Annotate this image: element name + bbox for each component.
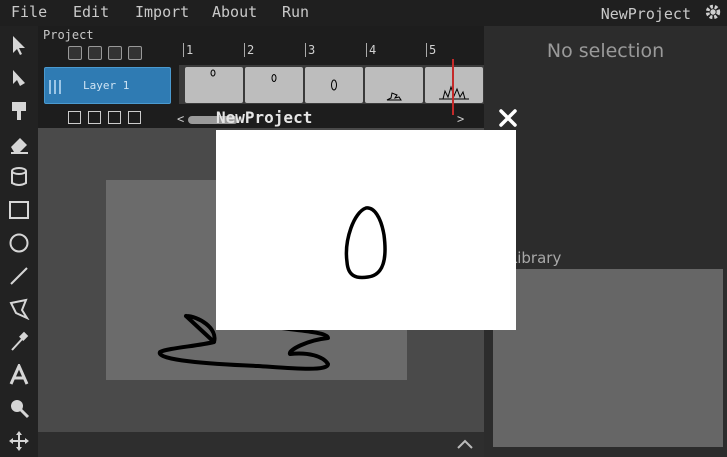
frame-thumbnail-5[interactable]: [425, 67, 483, 103]
eyedropper-icon: [11, 331, 29, 351]
frame-number: 4: [366, 43, 376, 57]
asset-library-title: et Library: [484, 249, 727, 269]
zoom-timeline-icon[interactable]: [128, 46, 142, 60]
frame-thumbnail-4[interactable]: [365, 67, 423, 103]
brush-tool-button[interactable]: [6, 98, 32, 124]
select-icon: [13, 36, 25, 55]
drag-handle-icon[interactable]: [49, 80, 63, 94]
frame-thumbnail-2[interactable]: [245, 67, 303, 103]
transform-icon: [13, 70, 25, 86]
close-icon[interactable]: [496, 106, 520, 130]
project-name: NewProject: [600, 5, 691, 23]
asset-library-list[interactable]: [493, 269, 723, 447]
prev-frame-icon[interactable]: [108, 111, 121, 124]
pan-tool-button[interactable]: [6, 428, 32, 454]
frame-thumbnail-1[interactable]: [185, 67, 243, 103]
text-tool-button[interactable]: [6, 362, 32, 388]
zoom-tool-button[interactable]: [6, 395, 32, 421]
next-frame-icon[interactable]: [128, 111, 141, 124]
delete-layer-icon[interactable]: [88, 46, 102, 60]
transform-tool-button[interactable]: [6, 65, 32, 91]
no-selection-text: No selection: [546, 40, 665, 62]
timeline-toolbar: [68, 46, 188, 62]
select-tool-button[interactable]: [6, 32, 32, 58]
add-layer-icon[interactable]: [68, 46, 82, 60]
pause-icon[interactable]: [88, 111, 101, 124]
menu-edit[interactable]: Edit: [73, 3, 109, 21]
stage-statusbar: [38, 432, 484, 457]
gear-icon[interactable]: [704, 3, 722, 21]
transport-controls: [68, 111, 148, 125]
pen-icon: [9, 298, 30, 320]
frame-number: 2: [244, 43, 254, 57]
ellipse-tool-button[interactable]: [6, 230, 32, 256]
menu-import[interactable]: Import: [135, 3, 189, 21]
menu-file[interactable]: File: [11, 3, 47, 21]
brush-icon: [12, 102, 26, 120]
preview-drawing: [344, 206, 387, 280]
eraser-tool-button[interactable]: [6, 131, 32, 157]
play-icon[interactable]: [68, 111, 81, 124]
frame-thumbnail-3[interactable]: [305, 67, 363, 103]
frame-ruler: 1 2 3 4 5: [183, 43, 484, 57]
layer-row[interactable]: Layer 1: [44, 67, 171, 104]
fill-bucket-icon: [11, 167, 27, 186]
ellipse-icon: [9, 233, 29, 253]
frame-number: 5: [426, 43, 436, 57]
fill-tool-button[interactable]: [6, 164, 32, 190]
text-icon: [9, 364, 29, 385]
rectangle-icon: [9, 201, 29, 219]
onion-skin-icon[interactable]: [108, 46, 122, 60]
preview-title: NewProject: [216, 108, 313, 127]
frame-number: 3: [305, 43, 315, 57]
preview-window: [216, 130, 516, 330]
pan-icon: [9, 431, 29, 451]
eyedropper-tool-button[interactable]: [6, 329, 32, 355]
frame-number: 1: [183, 43, 193, 57]
scroll-right-icon[interactable]: >: [457, 112, 464, 126]
layer-name: Layer 1: [83, 79, 130, 92]
toolbox: [0, 26, 38, 457]
rectangle-tool-button[interactable]: [6, 197, 32, 223]
line-icon: [10, 267, 28, 285]
menu-about[interactable]: About: [212, 3, 257, 21]
pen-tool-button[interactable]: [6, 296, 32, 322]
scroll-left-icon[interactable]: <: [177, 112, 184, 126]
menu-run[interactable]: Run: [282, 3, 309, 21]
timeline-title: Project: [43, 28, 94, 42]
zoom-icon: [11, 400, 30, 419]
line-tool-button[interactable]: [6, 263, 32, 289]
menu-bar: File Edit Import About Run NewProject: [0, 0, 727, 26]
chevron-up-icon[interactable]: [455, 437, 475, 451]
inspector-panel: No selection: [484, 26, 727, 248]
playhead[interactable]: [452, 59, 454, 115]
eraser-icon: [11, 138, 28, 154]
